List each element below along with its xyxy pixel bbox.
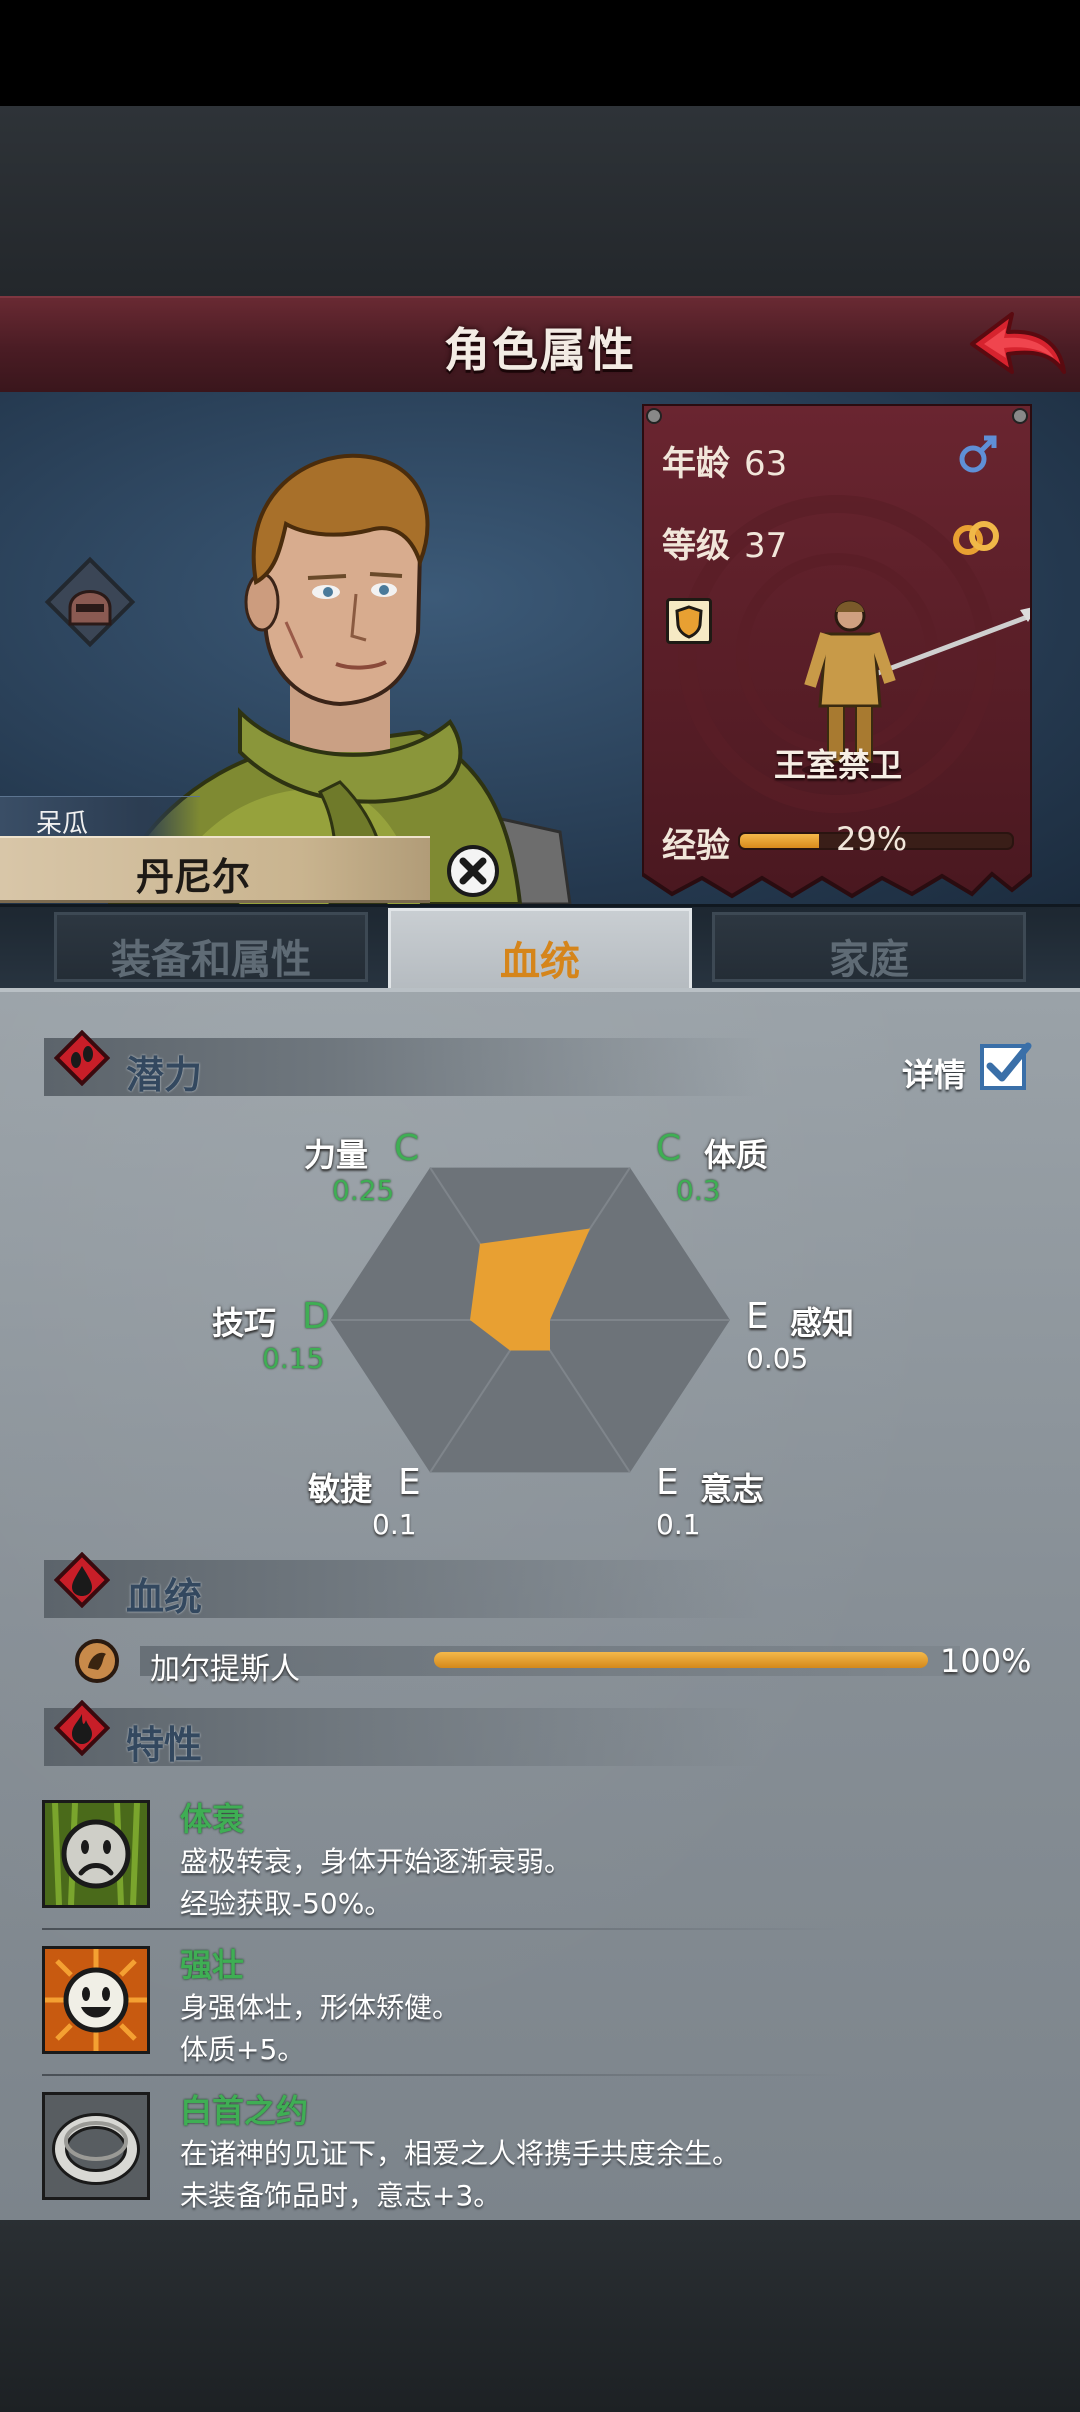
top-backdrop (0, 106, 1080, 296)
trait-desc-line: 未装备饰品时，意志+3。 (180, 2179, 502, 2212)
details-label: 详情 (902, 1056, 967, 1094)
blood-drop-icon (54, 1552, 110, 1608)
bottom-backdrop (0, 2220, 1080, 2412)
potential-footprints-icon (54, 1030, 110, 1086)
tab-label: 装备和属性 (111, 937, 311, 983)
exp-percent: 29% (836, 820, 908, 858)
bloodline-title: 血统 (126, 1575, 203, 1619)
tab-family[interactable]: 家庭 (712, 912, 1026, 983)
red-arrow-back-icon (970, 312, 1066, 374)
tab-label: 血统 (500, 939, 580, 985)
exp-label: 经验 (662, 826, 730, 866)
trait-weak-tile[interactable] (42, 1800, 150, 1908)
ring-icon (45, 2095, 147, 2197)
name-plate[interactable]: 丹尼尔 (0, 836, 430, 903)
trait-desc-line: 体质+5。 (180, 2033, 306, 2066)
age-label: 年龄 (662, 444, 730, 484)
tab-label: 家庭 (829, 937, 909, 983)
level-label: 等级 (662, 526, 730, 566)
stat-value-constitution: 0.3 (676, 1174, 721, 1207)
character-name: 丹尼尔 (136, 855, 251, 899)
stat-name-constitution: 体质 (704, 1136, 769, 1174)
trait-desc-line: 身强体壮，形体矫健。 (180, 1991, 461, 2024)
traits-title: 特性 (126, 1723, 203, 1767)
status-bar-area (0, 0, 1080, 106)
flame-icon (54, 1700, 110, 1756)
trait-divider (42, 2074, 842, 2076)
trait-desc-line: 经验获取-50%。 (180, 1887, 393, 1920)
sad-face-icon (45, 1802, 147, 1906)
male-symbol-icon (959, 435, 997, 473)
happy-face-icon (45, 1949, 147, 2051)
trait-desc-line: 在诸神的见证下，相爱之人将携手共度余生。 (180, 2137, 741, 2170)
tab-bloodline[interactable]: 血统 (388, 908, 692, 992)
bloodline-name: 加尔提斯人 (150, 1652, 300, 1687)
page-title: 角色属性 (444, 323, 636, 377)
bloodline-percent: 100% (940, 1642, 1032, 1680)
bloodline-bar-fill (434, 1652, 928, 1668)
trait-name: 白首之约 (180, 2092, 309, 2130)
age-row: 年龄 63 (662, 436, 787, 485)
stat-grade-skill: D (302, 1296, 330, 1337)
stat-grade-perception: E (746, 1296, 769, 1337)
stat-name-perception: 感知 (790, 1304, 855, 1342)
stat-grade-will: E (656, 1462, 679, 1503)
trait-divider (42, 1928, 842, 1930)
stat-grade-agility: E (398, 1462, 421, 1503)
stat-name-agility: 敏捷 (308, 1470, 373, 1508)
back-button[interactable] (968, 306, 1068, 386)
stat-grade-constitution: C (656, 1128, 682, 1169)
details-checkbox[interactable] (978, 1038, 1032, 1092)
trait-vow-tile[interactable] (42, 2092, 150, 2200)
stat-value-skill: 0.15 (262, 1342, 325, 1375)
stat-value-perception: 0.05 (746, 1342, 809, 1375)
stat-name-skill: 技巧 (212, 1304, 277, 1342)
age-value: 63 (744, 444, 788, 484)
level-row: 等级 37 (662, 518, 787, 567)
title-bar: 角色属性 (0, 296, 1080, 396)
stat-value-agility: 0.1 (372, 1508, 417, 1541)
class-shield-icon[interactable] (666, 598, 712, 644)
stat-grade-strength: C (394, 1128, 420, 1169)
stat-value-strength: 0.25 (332, 1174, 395, 1207)
trait-desc-line: 盛极转衰，身体开始逐渐衰弱。 (180, 1845, 573, 1878)
class-name: 王室禁卫 (774, 746, 903, 784)
trait-name: 强壮 (180, 1946, 245, 1984)
potential-title: 潜力 (126, 1053, 203, 1097)
tab-equipment-attributes[interactable]: 装备和属性 (54, 912, 368, 983)
stat-value-will: 0.1 (656, 1508, 701, 1541)
stat-name-will: 意志 (700, 1470, 765, 1508)
nickname-plate: 呆瓜 (0, 796, 200, 839)
exp-bar-fill (740, 834, 819, 848)
bloodline-bar (434, 1652, 928, 1668)
dismiss-icon[interactable] (446, 844, 500, 898)
nickname: 呆瓜 (36, 809, 89, 839)
stat-name-strength: 力量 (304, 1136, 369, 1174)
level-value: 37 (744, 526, 788, 566)
galtis-emblem-icon (75, 1639, 119, 1683)
shield-icon (675, 605, 703, 639)
wedding-rings-icon (953, 521, 999, 555)
trait-name: 体衰 (180, 1800, 245, 1838)
trait-strong-tile[interactable] (42, 1946, 150, 2054)
